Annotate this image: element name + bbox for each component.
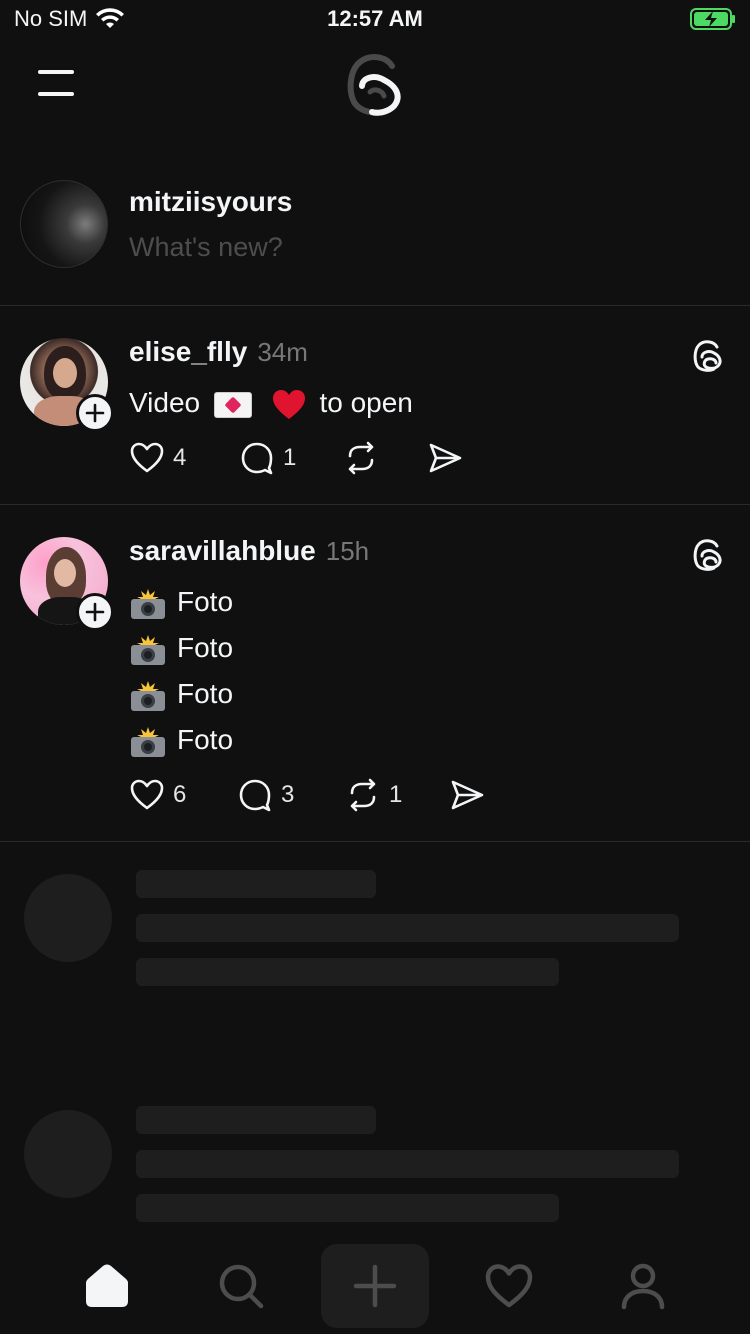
post-header: elise_flly 34m bbox=[129, 336, 308, 368]
search-icon bbox=[219, 1264, 264, 1309]
post-timestamp: 34m bbox=[257, 337, 308, 367]
camera-flash-emoji bbox=[131, 588, 165, 619]
plus-icon bbox=[85, 403, 105, 423]
photo-line-text: Foto bbox=[177, 724, 234, 755]
photo-line: Foto bbox=[129, 717, 233, 763]
heart-icon bbox=[130, 779, 164, 810]
repost-count: 1 bbox=[389, 781, 403, 808]
repost-icon bbox=[348, 441, 374, 475]
avatar bbox=[20, 180, 108, 268]
post-actions: 4 1 bbox=[129, 440, 463, 476]
clock: 12:57 AM bbox=[327, 6, 423, 31]
red-heart-emoji bbox=[272, 389, 305, 419]
post-text-end: to open bbox=[319, 387, 413, 418]
threads-icon[interactable] bbox=[692, 338, 724, 372]
like-button[interactable]: 6 bbox=[129, 777, 237, 813]
threads-icon[interactable] bbox=[692, 537, 724, 571]
photo-line: Foto bbox=[129, 671, 233, 717]
battery-charging-icon bbox=[690, 8, 735, 30]
share-button[interactable] bbox=[449, 777, 485, 813]
repost-button[interactable] bbox=[343, 440, 427, 476]
post-body: Foto Foto Foto Foto bbox=[129, 579, 233, 763]
skeleton-line bbox=[136, 1150, 679, 1178]
avatar-face bbox=[54, 559, 76, 587]
heart-icon bbox=[130, 442, 164, 473]
tab-home[interactable] bbox=[53, 1244, 161, 1328]
tab-profile[interactable] bbox=[589, 1244, 697, 1328]
composer-username: mitziisyours bbox=[129, 186, 293, 217]
plus-icon bbox=[85, 602, 105, 622]
author-avatar[interactable] bbox=[20, 537, 116, 633]
plus-icon bbox=[353, 1264, 397, 1308]
new-thread-composer[interactable]: mitziisyours What's new? bbox=[0, 160, 750, 306]
post-actions: 6 3 1 bbox=[129, 777, 485, 813]
send-icon bbox=[429, 443, 462, 473]
thread-post[interactable]: elise_flly 34m Video to open 4 1 bbox=[0, 306, 750, 505]
skeleton-avatar bbox=[24, 1110, 112, 1198]
skeleton-line bbox=[136, 1106, 376, 1134]
like-count: 4 bbox=[173, 444, 187, 471]
repost-icon bbox=[350, 778, 376, 812]
photo-line: Foto bbox=[129, 625, 233, 671]
camera-flash-emoji bbox=[131, 634, 165, 665]
profile-icon bbox=[621, 1263, 665, 1310]
reply-count: 3 bbox=[281, 781, 295, 808]
reply-button[interactable]: 1 bbox=[239, 440, 343, 476]
tab-compose[interactable] bbox=[321, 1244, 429, 1328]
follow-button[interactable] bbox=[76, 394, 114, 432]
photo-line-text: Foto bbox=[177, 632, 234, 663]
author-avatar[interactable] bbox=[20, 338, 116, 434]
skeleton-line bbox=[136, 958, 559, 986]
menu-icon[interactable] bbox=[38, 70, 74, 96]
like-count: 6 bbox=[173, 781, 187, 808]
repost-button[interactable]: 1 bbox=[345, 777, 449, 813]
photo-line-text: Foto bbox=[177, 678, 234, 709]
author-username[interactable]: saravillahblue bbox=[129, 535, 316, 567]
camera-flash-emoji bbox=[131, 726, 165, 757]
reply-count: 1 bbox=[283, 444, 297, 471]
photo-line-text: Foto bbox=[177, 586, 234, 617]
thread-post[interactable]: saravillahblue 15h Foto Foto Foto Foto 6… bbox=[0, 505, 750, 842]
home-icon bbox=[86, 1264, 128, 1307]
heart-icon bbox=[485, 1264, 533, 1308]
threads-logo-icon[interactable] bbox=[344, 50, 406, 116]
skeleton-line bbox=[136, 870, 376, 898]
bottom-tab-bar bbox=[0, 1238, 750, 1334]
comment-icon bbox=[239, 779, 271, 812]
love-letter-emoji bbox=[213, 391, 252, 418]
post-header: saravillahblue 15h bbox=[129, 535, 369, 567]
post-text-start: Video bbox=[129, 387, 201, 418]
send-icon bbox=[451, 780, 484, 810]
photo-line: Foto bbox=[129, 579, 233, 625]
tab-activity[interactable] bbox=[455, 1244, 563, 1328]
skeleton-line bbox=[136, 914, 679, 942]
camera-flash-emoji bbox=[131, 680, 165, 711]
skeleton-avatar bbox=[24, 874, 112, 962]
post-body: Video to open bbox=[129, 380, 413, 426]
follow-button[interactable] bbox=[76, 593, 114, 631]
tab-search[interactable] bbox=[187, 1244, 295, 1328]
author-username[interactable]: elise_flly bbox=[129, 336, 247, 368]
comment-icon bbox=[241, 442, 273, 475]
avatar-face bbox=[53, 358, 77, 388]
post-timestamp: 15h bbox=[325, 536, 370, 566]
status-bar: No SIM 12:57 AM bbox=[0, 0, 750, 40]
share-button[interactable] bbox=[427, 440, 463, 476]
skeleton-line bbox=[136, 1194, 559, 1222]
composer-input[interactable]: What's new? bbox=[129, 232, 283, 263]
like-button[interactable]: 4 bbox=[129, 440, 239, 476]
reply-button[interactable]: 3 bbox=[237, 777, 345, 813]
threads-feed-screen: No SIM 12:57 AM mitziisyours What's new? bbox=[0, 0, 750, 1334]
